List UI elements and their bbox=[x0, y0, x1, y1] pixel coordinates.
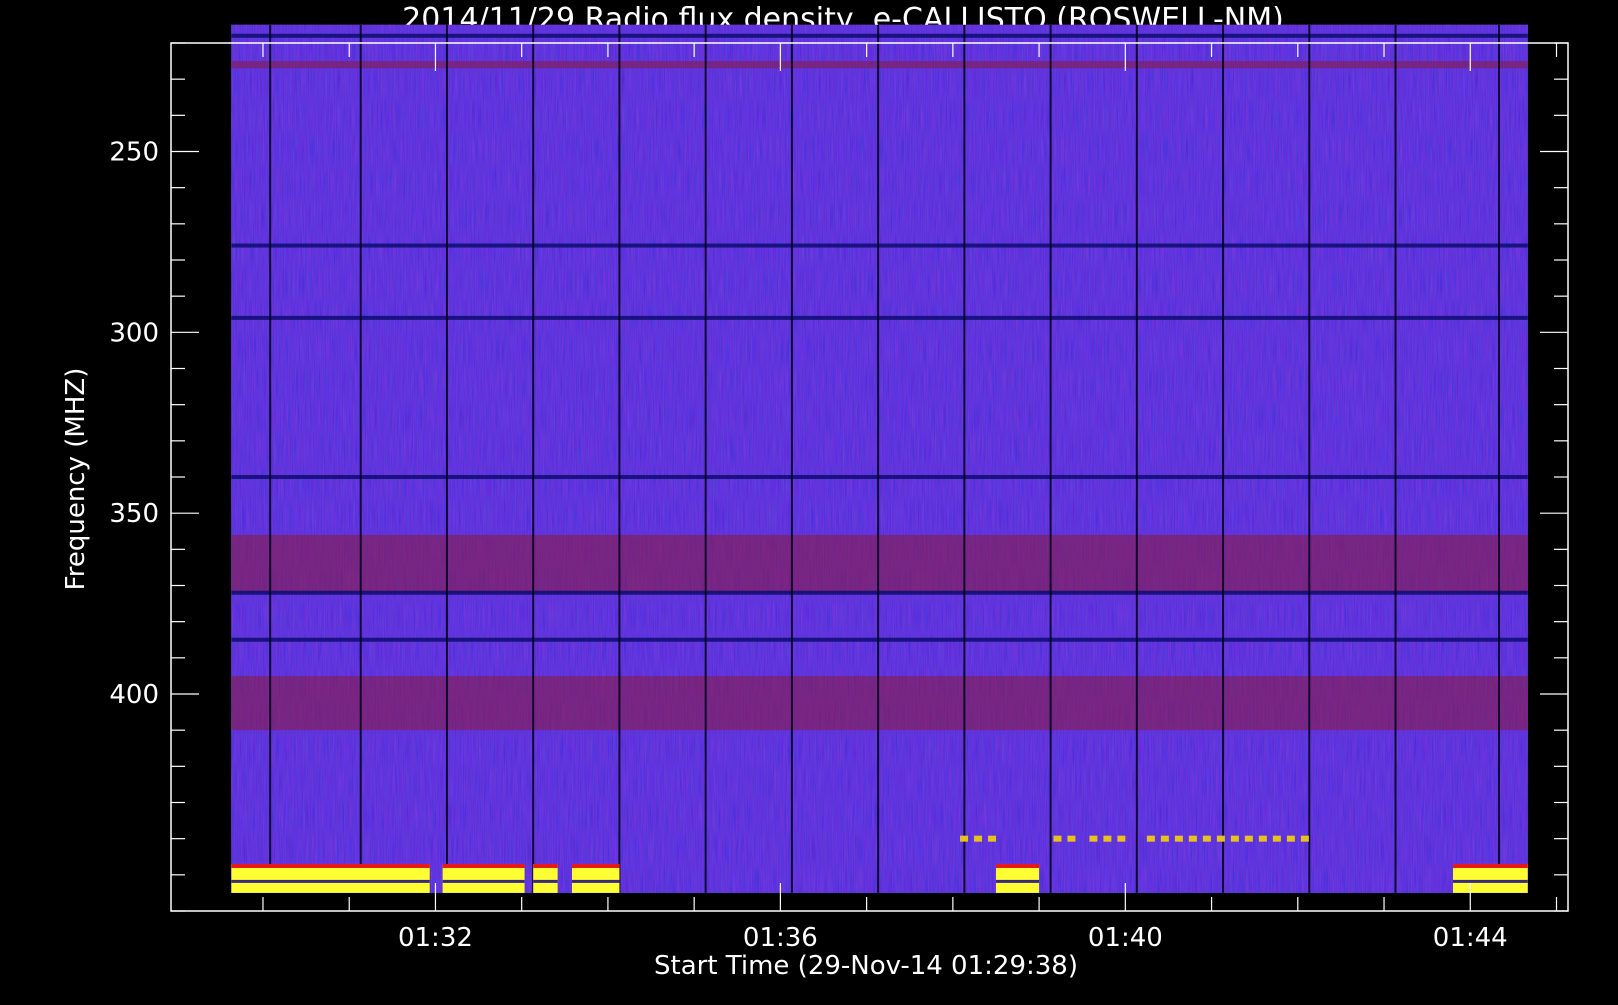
time-gap-line bbox=[445, 24, 448, 893]
time-gap-line bbox=[359, 24, 362, 893]
interference-dot bbox=[1202, 835, 1211, 842]
time-gap-line bbox=[877, 24, 880, 893]
y-tick-label: 400 bbox=[109, 680, 159, 710]
interference-dot bbox=[1117, 835, 1126, 842]
interference-dot bbox=[1067, 835, 1076, 842]
x-tick-label: 01:44 bbox=[1433, 923, 1508, 953]
interference-dot bbox=[1300, 835, 1309, 842]
x-tick-label: 01:36 bbox=[743, 923, 818, 953]
saturated-segment-edge bbox=[533, 863, 558, 868]
interference-dot bbox=[1188, 835, 1197, 842]
time-gap-line bbox=[1222, 24, 1225, 893]
interference-dot bbox=[960, 835, 969, 842]
heatmap-noise bbox=[231, 24, 1528, 893]
time-gap-line bbox=[790, 24, 793, 893]
saturated-segment-edge bbox=[231, 863, 430, 868]
saturated-segment-stripe bbox=[571, 879, 620, 883]
time-gap-line bbox=[269, 24, 272, 893]
saturated-segment-stripe bbox=[442, 879, 525, 883]
time-gap-line bbox=[1049, 24, 1052, 893]
saturated-segment-stripe bbox=[1453, 879, 1528, 883]
saturated-segment bbox=[571, 863, 620, 893]
saturated-segment-stripe bbox=[231, 879, 430, 883]
dark-band bbox=[231, 243, 1528, 248]
dark-band bbox=[231, 475, 1528, 479]
interference-dot bbox=[1146, 835, 1155, 842]
time-gap-line bbox=[1135, 24, 1138, 893]
interference-dot bbox=[1272, 835, 1281, 842]
time-gap-line bbox=[1394, 24, 1397, 893]
time-gap-line bbox=[704, 24, 707, 893]
y-axis-label: Frequency (MHZ) bbox=[61, 368, 91, 591]
time-gap-line bbox=[963, 24, 966, 893]
interference-dot bbox=[988, 835, 997, 842]
spectrogram-svg: 2014/11/29 Radio flux density, e-CALLIST… bbox=[61, 2, 1569, 981]
warm-band bbox=[231, 534, 1528, 593]
dark-band bbox=[231, 637, 1528, 642]
dark-band bbox=[231, 33, 1528, 38]
warm-band bbox=[231, 61, 1528, 69]
saturated-segment bbox=[442, 863, 525, 893]
x-tick-label: 01:32 bbox=[398, 923, 473, 953]
saturated-segment bbox=[995, 863, 1040, 893]
interference-dot bbox=[1286, 835, 1295, 842]
dark-band bbox=[231, 315, 1528, 320]
x-tick-label: 01:40 bbox=[1088, 923, 1163, 953]
time-gap-line bbox=[618, 24, 621, 893]
interference-dot bbox=[1230, 835, 1239, 842]
plot-area bbox=[231, 24, 1528, 893]
saturated-segment-edge bbox=[571, 863, 620, 868]
saturated-segment-stripe bbox=[533, 879, 558, 883]
interference-dot bbox=[1103, 835, 1112, 842]
interference-dot bbox=[1244, 835, 1253, 842]
interference-dot bbox=[974, 835, 983, 842]
y-tick-label: 300 bbox=[109, 318, 159, 348]
y-tick-label: 350 bbox=[109, 499, 159, 529]
y-tick-label: 250 bbox=[109, 138, 159, 168]
time-gap-line bbox=[1498, 24, 1501, 893]
warm-band bbox=[231, 675, 1528, 731]
saturated-segment-stripe bbox=[995, 879, 1040, 883]
x-axis-label: Start Time (29-Nov-14 01:29:38) bbox=[654, 951, 1078, 981]
spectrogram-chart: 2014/11/29 Radio flux density, e-CALLIST… bbox=[0, 0, 1618, 1000]
saturated-segment bbox=[533, 863, 558, 893]
saturated-segment-edge bbox=[1453, 863, 1528, 868]
interference-dot bbox=[1053, 835, 1062, 842]
interference-dot bbox=[1216, 835, 1225, 842]
interference-dot bbox=[1089, 835, 1098, 842]
saturated-segment bbox=[1453, 863, 1528, 893]
saturated-segment bbox=[231, 863, 430, 893]
interference-dot bbox=[1174, 835, 1183, 842]
saturated-segment-edge bbox=[442, 863, 525, 868]
dark-band bbox=[231, 590, 1528, 595]
time-gap-line bbox=[1308, 24, 1311, 893]
time-gap-line bbox=[532, 24, 535, 893]
interference-dot bbox=[1160, 835, 1169, 842]
saturated-segment-edge bbox=[995, 863, 1040, 868]
interference-dot bbox=[1258, 835, 1267, 842]
